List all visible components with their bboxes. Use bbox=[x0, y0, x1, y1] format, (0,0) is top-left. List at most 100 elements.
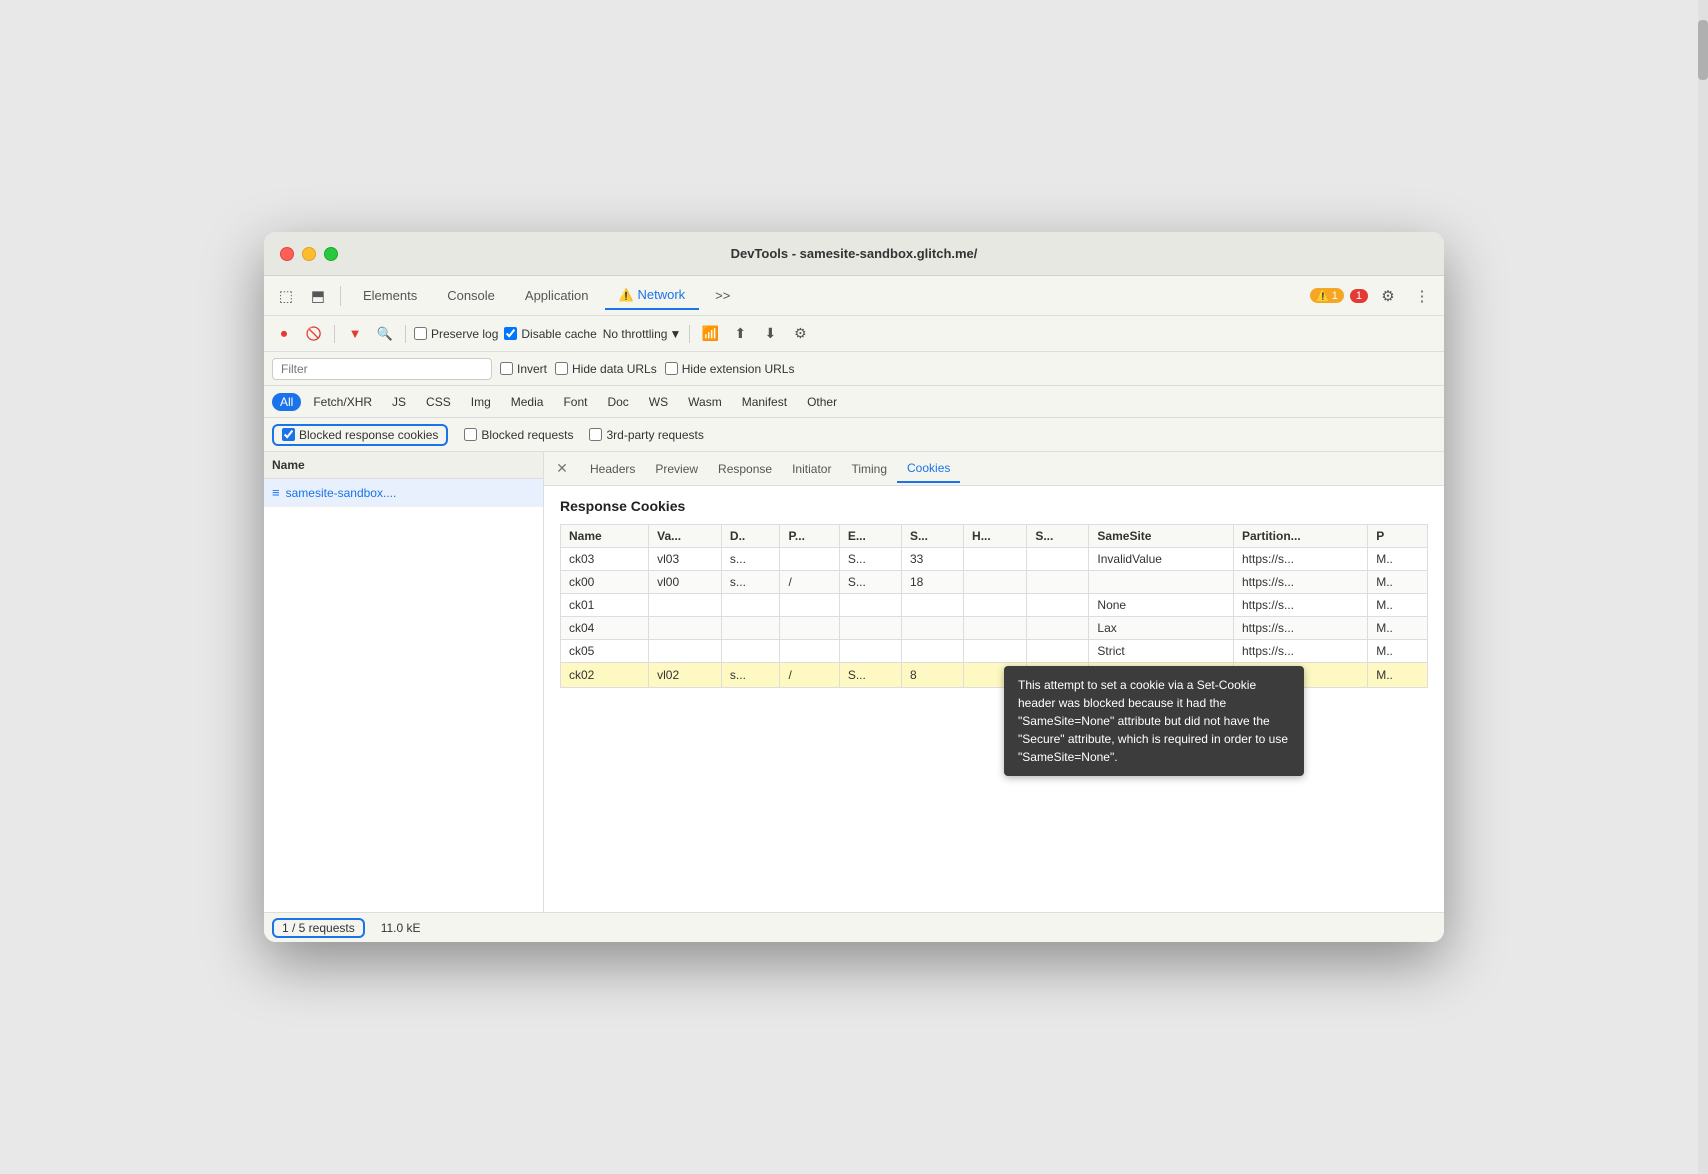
hide-data-urls-label[interactable]: Hide data URLs bbox=[555, 362, 657, 376]
minimize-button[interactable] bbox=[302, 247, 316, 261]
tab-timing[interactable]: Timing bbox=[841, 456, 897, 482]
cell-value bbox=[649, 640, 722, 663]
cell-domain bbox=[721, 617, 780, 640]
type-btn-doc[interactable]: Doc bbox=[599, 393, 636, 411]
hide-extension-urls-label[interactable]: Hide extension URLs bbox=[665, 362, 795, 376]
clear-button[interactable]: 🚫 bbox=[302, 322, 326, 346]
type-btn-fetch-xhr[interactable]: Fetch/XHR bbox=[305, 393, 380, 411]
filter-bar: Invert Hide data URLs Hide extension URL… bbox=[264, 352, 1444, 386]
cell-partition: https://s... bbox=[1233, 617, 1367, 640]
tab-network[interactable]: ⚠️ Network bbox=[605, 281, 700, 310]
cell-expires bbox=[839, 617, 901, 640]
type-btn-css[interactable]: CSS bbox=[418, 393, 459, 411]
type-btn-other[interactable]: Other bbox=[799, 393, 845, 411]
preserve-log-checkbox[interactable] bbox=[414, 327, 427, 340]
blocked-requests-filter[interactable]: Blocked requests bbox=[464, 428, 573, 442]
hide-data-urls-checkbox[interactable] bbox=[555, 362, 568, 375]
cookies-table: Name Va... D.. P... E... S... H... S... … bbox=[560, 524, 1428, 688]
type-btn-manifest[interactable]: Manifest bbox=[734, 393, 795, 411]
close-button[interactable] bbox=[280, 247, 294, 261]
preserve-log-label[interactable]: Preserve log bbox=[414, 327, 498, 341]
col-expires: E... bbox=[839, 525, 901, 548]
cell-secure bbox=[1027, 571, 1089, 594]
cell-path bbox=[780, 640, 839, 663]
table-row[interactable]: ck03 vl03 s... S... 33 InvalidValue http… bbox=[561, 548, 1428, 571]
table-row[interactable]: ck05 Strict https://s... M.. bbox=[561, 640, 1428, 663]
cell-path: / bbox=[780, 571, 839, 594]
tab-application[interactable]: Application bbox=[511, 282, 603, 309]
table-row[interactable]: ck04 Lax https://s... M.. bbox=[561, 617, 1428, 640]
cell-http bbox=[964, 640, 1027, 663]
cell-domain: s... bbox=[721, 571, 780, 594]
tab-console[interactable]: Console bbox=[433, 282, 509, 309]
response-cookies-title: Response Cookies bbox=[560, 498, 1428, 514]
cookies-panel: Response Cookies Name Va... D.. P... E..… bbox=[544, 486, 1444, 912]
type-btn-img[interactable]: Img bbox=[463, 393, 499, 411]
document-icon: ≡ bbox=[272, 485, 280, 500]
device-toolbar-icon[interactable]: ⬒ bbox=[304, 282, 332, 310]
cell-size: 18 bbox=[901, 571, 963, 594]
cell-samesite: None bbox=[1089, 594, 1234, 617]
cell-path bbox=[780, 617, 839, 640]
disable-cache-checkbox[interactable] bbox=[504, 327, 517, 340]
settings-icon[interactable]: ⚙ bbox=[1374, 282, 1402, 310]
filter-button[interactable]: ▼ bbox=[343, 322, 367, 346]
type-btn-wasm[interactable]: Wasm bbox=[680, 393, 730, 411]
maximize-button[interactable] bbox=[324, 247, 338, 261]
tab-cookies[interactable]: Cookies bbox=[897, 455, 960, 483]
cell-expires: S... bbox=[839, 548, 901, 571]
table-row[interactable]: ck01 None https://s... M.. bbox=[561, 594, 1428, 617]
invert-checkbox[interactable] bbox=[500, 362, 513, 375]
search-button[interactable]: 🔍 bbox=[373, 322, 397, 346]
tab-more[interactable]: >> bbox=[701, 282, 744, 309]
third-party-requests-checkbox[interactable] bbox=[589, 428, 602, 441]
cell-partition: https://s... bbox=[1233, 640, 1367, 663]
tab-initiator[interactable]: Initiator bbox=[782, 456, 841, 482]
third-party-requests-filter[interactable]: 3rd-party requests bbox=[589, 428, 703, 442]
record-button[interactable]: ⏺ bbox=[272, 322, 296, 346]
inspector-icon[interactable]: ⬚ bbox=[272, 282, 300, 310]
cell-size: 8 bbox=[901, 663, 963, 688]
cell-priority: M.. bbox=[1368, 594, 1428, 617]
tab-preview[interactable]: Preview bbox=[645, 456, 708, 482]
type-btn-media[interactable]: Media bbox=[503, 393, 552, 411]
col-http: H... bbox=[964, 525, 1027, 548]
right-panel: ✕ Headers Preview Response Initiator Tim… bbox=[544, 452, 1444, 912]
hide-extension-urls-checkbox[interactable] bbox=[665, 362, 678, 375]
cell-path bbox=[780, 594, 839, 617]
close-right-panel-button[interactable]: ✕ bbox=[552, 459, 572, 479]
wifi-icon[interactable]: 📶 bbox=[698, 322, 722, 346]
blocked-response-cookies-filter[interactable]: Blocked response cookies bbox=[272, 424, 448, 446]
error-badge: 1 bbox=[1350, 289, 1368, 303]
type-btn-all[interactable]: All bbox=[272, 393, 301, 411]
type-btn-ws[interactable]: WS bbox=[641, 393, 676, 411]
more-options-icon[interactable]: ⋮ bbox=[1408, 282, 1436, 310]
traffic-lights bbox=[280, 247, 338, 261]
col-domain: D.. bbox=[721, 525, 780, 548]
network-settings-icon[interactable]: ⚙ bbox=[788, 322, 812, 346]
col-value: Va... bbox=[649, 525, 722, 548]
type-btn-js[interactable]: JS bbox=[384, 393, 414, 411]
right-tabs: ✕ Headers Preview Response Initiator Tim… bbox=[544, 452, 1444, 486]
tab-headers[interactable]: Headers bbox=[580, 456, 645, 482]
cell-name: ck03 bbox=[561, 548, 649, 571]
blocked-requests-checkbox[interactable] bbox=[464, 428, 477, 441]
disable-cache-label[interactable]: Disable cache bbox=[504, 327, 596, 341]
request-item[interactable]: ≡ samesite-sandbox.... bbox=[264, 479, 543, 507]
type-btn-font[interactable]: Font bbox=[555, 393, 595, 411]
filter-input[interactable] bbox=[272, 358, 492, 380]
table-row[interactable]: ck00 vl00 s... / S... 18 https://s... bbox=[561, 571, 1428, 594]
invert-filter-label[interactable]: Invert bbox=[500, 362, 547, 376]
tab-elements[interactable]: Elements bbox=[349, 282, 431, 309]
cell-name: ck00 bbox=[561, 571, 649, 594]
cell-path: / bbox=[780, 663, 839, 688]
blocked-response-cookies-checkbox[interactable] bbox=[282, 428, 295, 441]
cell-value bbox=[649, 594, 722, 617]
window-title: DevTools - samesite-sandbox.glitch.me/ bbox=[280, 246, 1428, 261]
download-icon[interactable]: ⬇ bbox=[758, 322, 782, 346]
upload-icon[interactable]: ⬆ bbox=[728, 322, 752, 346]
throttle-select[interactable]: No throttling ▼ bbox=[603, 327, 682, 341]
cell-http bbox=[964, 548, 1027, 571]
tab-response[interactable]: Response bbox=[708, 456, 782, 482]
cell-partition: https://s... bbox=[1233, 594, 1367, 617]
